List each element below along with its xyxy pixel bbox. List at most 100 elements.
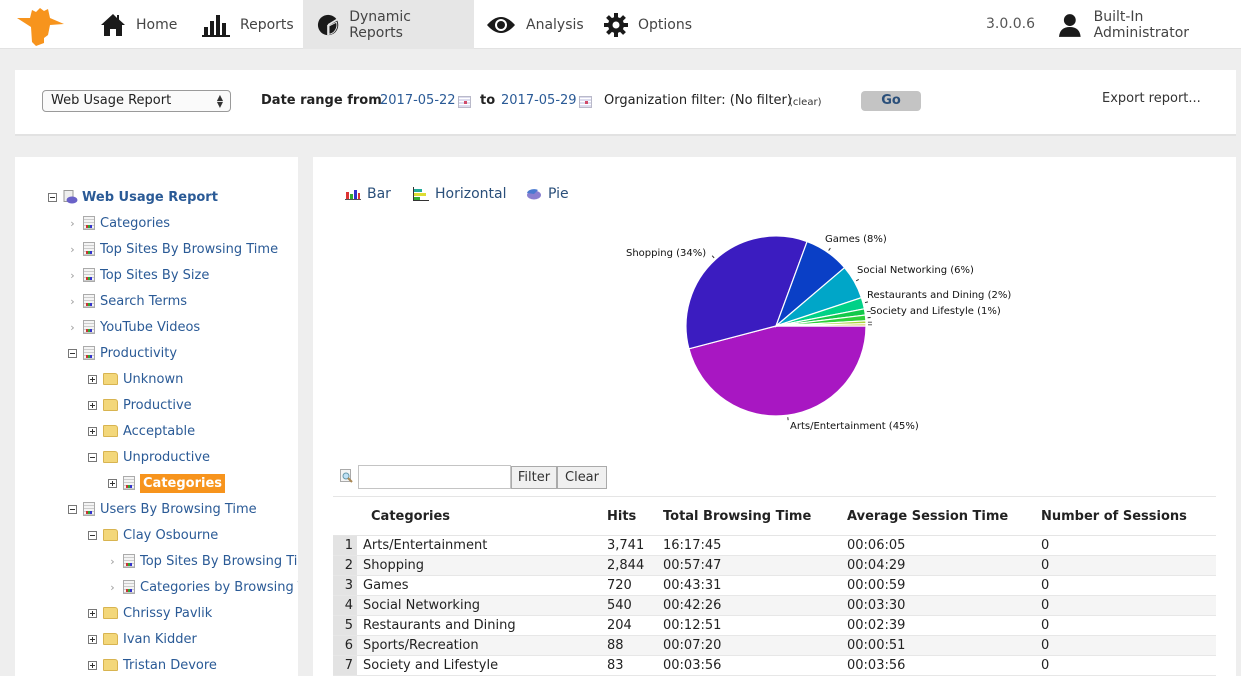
table-body: 1 Arts/Entertainment 3,741 16:17:45 00:06:05… [333,535,1216,676]
export-report-link[interactable]: Export report... [1102,91,1201,106]
gear-icon [604,12,628,37]
table-row[interactable]: 5 Restaurants and Dining 204 00:12:51 00:02:… [333,615,1216,636]
table-row[interactable]: 3 Games 720 00:43:31 00:00:59 0 [333,575,1216,596]
table-row[interactable]: 6 Sports/Recreation 88 00:07:20 00:00:51 0 [333,635,1216,656]
chevron-right-icon[interactable]: › [68,321,77,334]
table-row[interactable]: 4 Social Networking 540 00:42:26 00:03:30 0 [333,595,1216,616]
collapse-icon[interactable] [88,452,97,462]
tree-item-label: Top Sites By Browsing Time [140,553,298,569]
tree-item[interactable]: Productivity [68,343,177,363]
tree-item[interactable]: Clay Osbourne [88,525,218,545]
user-menu[interactable]: Built-In Administrator [1058,0,1241,49]
nav-analysis[interactable]: Analysis [474,0,596,49]
tree-item[interactable]: › Categories by Browsing Time [108,577,298,597]
tree-item[interactable]: › Search Terms [68,291,187,311]
tree-item[interactable]: › Categories [68,213,170,233]
tree-item[interactable]: Web Usage Report [48,187,218,207]
row-number: 2 [333,555,357,576]
cell-number-of-sessions: 0 [1041,655,1216,676]
tree-item[interactable]: Unknown [88,369,183,389]
table-row[interactable]: 2 Shopping 2,844 00:57:47 00:04:29 0 [333,555,1216,576]
filter-button[interactable]: Filter [511,466,557,489]
column-header-hits[interactable]: Hits [607,496,663,536]
nav-options[interactable]: Options [592,0,704,49]
tree-item[interactable]: Chrissy Pavlik [88,603,212,623]
cell-category: Social Networking [357,595,607,616]
chart-type-horizontal[interactable]: Horizontal [413,186,506,202]
clear-org-filter-link[interactable]: (clear) [789,97,821,108]
calendar-icon[interactable] [579,96,592,108]
cell-category: Arts/Entertainment [357,535,607,556]
tree-item[interactable]: Categories [108,473,226,493]
chart-type-pie[interactable]: Pie [526,186,569,202]
chevron-right-icon[interactable]: › [68,295,77,308]
date-from-link[interactable]: 2017-05-22 [380,93,456,108]
nav-reports[interactable]: Reports [190,0,306,49]
tree-item-label: Chrissy Pavlik [123,605,213,621]
page-scrollbar[interactable] [1236,49,1241,676]
expand-icon[interactable] [88,660,97,670]
tree-item[interactable]: Ivan Kidder [88,629,197,649]
tree-item[interactable]: › YouTube Videos [68,317,200,337]
filter-input[interactable] [358,465,511,489]
cell-average-session-time: 00:03:30 [847,595,1041,616]
tree-item[interactable]: Productive [88,395,192,415]
doc-icon [83,294,95,308]
collapse-icon[interactable] [48,192,57,202]
cell-hits: 540 [607,595,663,616]
expand-icon[interactable] [88,374,97,384]
tree-item[interactable]: › Top Sites By Browsing Time [108,551,298,571]
column-header-number-of-sessions[interactable]: Number of Sessions [1041,496,1216,536]
cell-hits: 3,741 [607,535,663,556]
chart-type-bar[interactable]: Bar [345,186,391,202]
column-header-categories[interactable]: Categories [357,496,607,536]
cell-number-of-sessions: 0 [1041,575,1216,596]
date-to-link[interactable]: 2017-05-29 [501,93,577,108]
cell-total-browsing-time: 00:43:31 [663,575,847,596]
collapse-icon[interactable] [68,348,77,358]
organization-filter[interactable]: Organization filter: (No filter) [604,93,792,108]
calendar-icon[interactable] [458,96,471,108]
chevron-right-icon[interactable]: › [68,269,77,282]
nav-home[interactable]: Home [88,0,189,49]
expand-icon[interactable] [88,608,97,618]
tree-item-label: Unknown [123,371,184,387]
collapse-icon[interactable] [88,530,97,540]
pie-label-leader [864,301,869,304]
report-type-select[interactable]: Web Usage Report ▲ ▼ [42,90,231,112]
nav-dynamic-reports[interactable]: Dynamic Reports [303,0,474,49]
expand-icon[interactable] [88,400,97,410]
tree-item[interactable]: Unproductive [88,447,210,467]
tree-item-label: Tristan Devore [123,657,217,673]
cell-number-of-sessions: 0 [1041,635,1216,656]
cell-category: Society and Lifestyle [357,655,607,676]
pie-slice-label: Restaurants and Dining (2%) [867,290,1011,301]
tree-item[interactable]: › Top Sites By Size [68,265,209,285]
select-arrows-icon: ▲ ▼ [216,93,223,109]
chevron-right-icon[interactable]: › [108,581,117,594]
row-number: 3 [333,575,357,596]
table-row[interactable]: 1 Arts/Entertainment 3,741 16:17:45 00:06:05… [333,535,1216,556]
collapse-icon[interactable] [68,504,77,514]
column-header-average-session-time[interactable]: Average Session Time [847,496,1041,536]
table-row[interactable]: 7 Society and Lifestyle 83 00:03:56 00:03:56… [333,655,1216,676]
results-table: Categories Hits Total Browsing Time Aver… [333,496,1216,676]
cell-hits: 88 [607,635,663,656]
spy-hat-logo[interactable] [14,4,64,46]
column-header-total-browsing-time[interactable]: Total Browsing Time [663,496,847,536]
chevron-right-icon[interactable]: › [108,555,117,568]
expand-icon[interactable] [88,634,97,644]
cell-average-session-time: 00:00:59 [847,575,1041,596]
expand-icon[interactable] [108,478,117,488]
tree-item[interactable]: Acceptable [88,421,195,441]
go-button[interactable]: Go [861,91,921,111]
tree-item[interactable]: Tristan Devore [88,655,217,675]
tree-item[interactable]: Users By Browsing Time [68,499,257,519]
clear-button[interactable]: Clear [557,466,607,489]
tree-item[interactable]: › Top Sites By Browsing Time [68,239,278,259]
chevron-right-icon[interactable]: › [68,217,77,230]
expand-icon[interactable] [88,426,97,436]
nav-dynamic-reports-label: Dynamic Reports [349,8,411,41]
doc-icon [83,242,95,256]
chevron-right-icon[interactable]: › [68,243,77,256]
